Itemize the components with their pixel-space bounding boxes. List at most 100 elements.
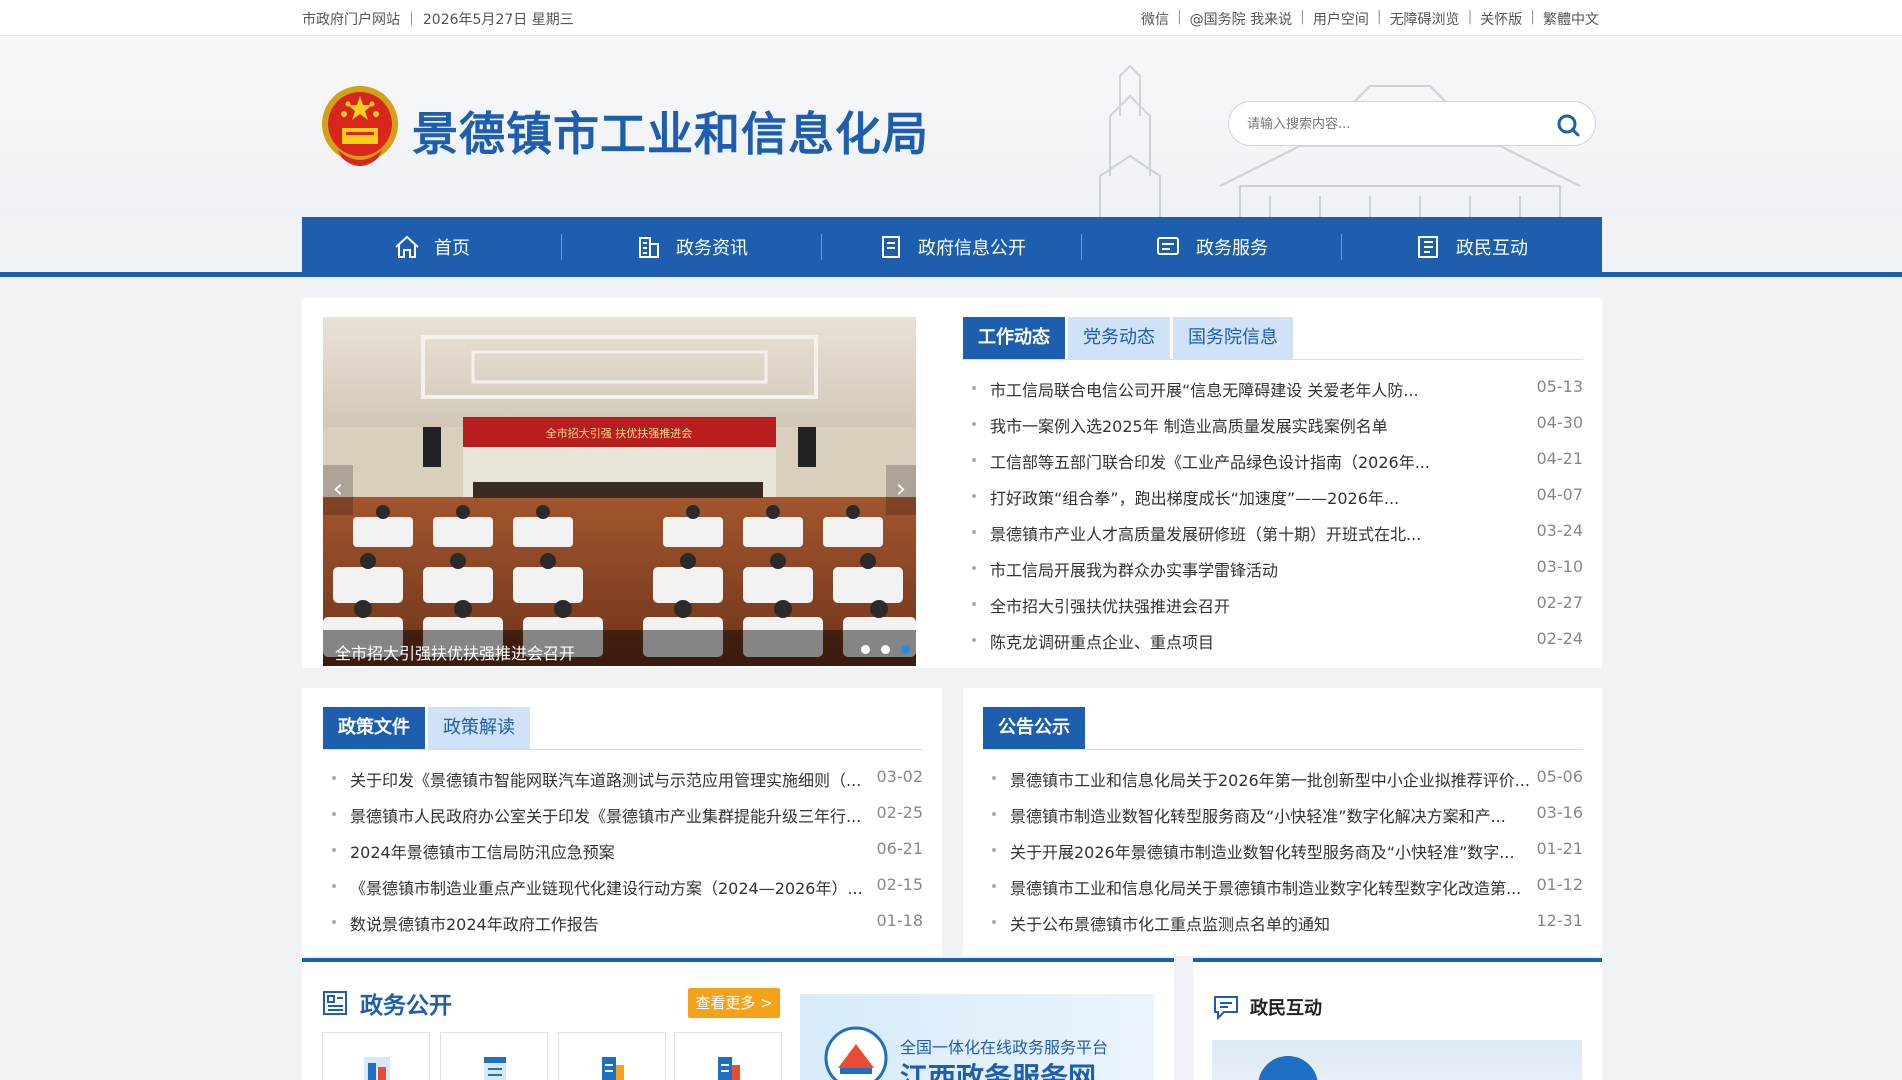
- nav-label: 政府信息公开: [918, 237, 1026, 259]
- list-item[interactable]: 景德镇市制造业数智化转型服务商及“小快轻准”数字化解决方案和产... 03-16: [992, 796, 1583, 832]
- tab-work-news[interactable]: 工作动态: [963, 317, 1065, 359]
- list-item-title: 景德镇市人民政府办公室关于印发《景德镇市产业集群提能升级三年行...: [350, 807, 862, 826]
- interaction-icon: [1418, 235, 1438, 258]
- list-item-title: 市工信局联合电信公司开展“信息无障碍建设 关爱老年人防...: [990, 381, 1419, 400]
- home-icon: [395, 235, 419, 258]
- list-item-title: 景德镇市产业人才高质量发展研修班（第十期）开班式在北...: [990, 525, 1422, 544]
- list-item[interactable]: 景德镇市工业和信息化局关于景德镇市制造业数字化转型数字化改造第... 01-12: [992, 868, 1583, 904]
- service-icon: [1157, 236, 1179, 255]
- top-link-accessibility[interactable]: 无障碍浏览: [1390, 9, 1460, 29]
- list-item[interactable]: 《景德镇市制造业重点产业链现代化建设行动方案（2024—2026年）... 02-…: [332, 868, 923, 904]
- affairs-shortcut-1[interactable]: [322, 1032, 430, 1080]
- list-item-date: 12-31: [1536, 911, 1584, 930]
- conference-photo: 全市招大引强 扶优扶强推进会: [323, 317, 916, 666]
- list-item[interactable]: 市工信局开展我为群众办实事学雷锋活动 03-10: [972, 550, 1583, 586]
- list-item[interactable]: 数说景德镇市2024年政府工作报告 01-18: [332, 904, 923, 940]
- report-icon: [602, 1057, 624, 1080]
- slider-dot-1[interactable]: [861, 645, 870, 654]
- nav-item-news[interactable]: 政务资讯: [562, 217, 822, 276]
- list-item-title: 数说景德镇市2024年政府工作报告: [350, 915, 599, 934]
- nav-item-home[interactable]: 首页: [302, 217, 562, 276]
- list-item[interactable]: 关于印发《景德镇市智能网联汽车道路测试与示范应用管理实施细则（... 03-02: [332, 760, 923, 796]
- news-list: 市工信局联合电信公司开展“信息无障碍建设 关爱老年人防... 05-13 我市一案…: [972, 370, 1583, 658]
- interaction-circle-icon: [1258, 1056, 1318, 1080]
- interaction-top-border: [1193, 958, 1602, 962]
- list-item-date: 04-07: [1536, 485, 1584, 504]
- top-link-wechat[interactable]: 微信: [1141, 9, 1169, 29]
- list-item-date: 02-15: [876, 875, 924, 894]
- portal-date-text: 市政府门户网站 ｜ 2026年5月27日 星期三: [302, 12, 574, 28]
- list-item-title: 我市一案例入选2025年 制造业高质量发展实践案例名单: [990, 417, 1388, 436]
- interaction-title: 政民互动: [1212, 994, 1322, 1020]
- slider-dot-2[interactable]: [881, 645, 890, 654]
- building-icon: [364, 1057, 390, 1080]
- nav-label: 政民互动: [1456, 237, 1528, 259]
- interaction-title-text: 政民互动: [1250, 998, 1322, 1019]
- list-item-title: 市工信局开展我为群众办实事学雷锋活动: [990, 561, 1279, 580]
- list-item-date: 03-02: [876, 767, 924, 786]
- statistics-icon: [718, 1057, 740, 1080]
- list-item[interactable]: 我市一案例入选2025年 制造业高质量发展实践案例名单 04-30: [972, 406, 1583, 442]
- tab-policy-documents[interactable]: 政策文件: [323, 707, 425, 749]
- government-affairs-top-border: [302, 958, 1174, 962]
- list-item-date: 01-18: [876, 911, 924, 930]
- banner-line-1: 全国一体化在线政务服务平台: [900, 1038, 1109, 1057]
- image-slider: 全市招大引强 扶优扶强推进会 ‹ › 全市招大引强扶优扶强推进会召开: [323, 317, 916, 666]
- policy-list: 关于印发《景德镇市智能网联汽车道路测试与示范应用管理实施细则（... 03-02 …: [332, 760, 923, 940]
- list-item-date: 02-27: [1536, 593, 1584, 612]
- list-item[interactable]: 全市招大引强扶优扶强推进会召开 02-27: [972, 586, 1583, 622]
- slider-next-button[interactable]: ›: [886, 465, 916, 515]
- top-link-traditional-chinese[interactable]: 繁體中文: [1543, 9, 1599, 29]
- list-item[interactable]: 市工信局联合电信公司开展“信息无障碍建设 关爱老年人防... 05-13: [972, 370, 1583, 406]
- nav-label: 首页: [434, 237, 470, 259]
- tab-state-council-info[interactable]: 国务院信息: [1173, 317, 1293, 359]
- top-link-care-mode[interactable]: 关怀版: [1480, 9, 1522, 29]
- tab-policy-interpretation[interactable]: 政策解读: [428, 707, 530, 749]
- list-document-icon: [323, 991, 347, 1015]
- top-link-state-council[interactable]: @国务院 我来说: [1190, 9, 1292, 29]
- site-header: 景德镇市工业和信息化局: [0, 36, 1902, 218]
- government-affairs-title-text: 政务公开: [360, 993, 452, 1019]
- search-input[interactable]: [1247, 113, 1537, 135]
- nav-item-info-disclosure[interactable]: 政府信息公开: [822, 217, 1082, 276]
- tab-announcements[interactable]: 公告公示: [983, 707, 1085, 749]
- list-item[interactable]: 关于公布景德镇市化工重点监测点名单的通知 12-31: [992, 904, 1583, 940]
- nav-item-interaction[interactable]: 政民互动: [1342, 217, 1602, 276]
- nav-label: 政务服务: [1196, 237, 1268, 259]
- jiangxi-gov-service-banner[interactable]: 全国一体化在线政务服务平台 江西政务服务网: [800, 994, 1154, 1080]
- slider-dot-3[interactable]: [901, 645, 910, 654]
- list-item-title: 陈克龙调研重点企业、重点项目: [990, 633, 1215, 652]
- slider-caption[interactable]: 全市招大引强扶优扶强推进会召开: [323, 630, 916, 666]
- list-item[interactable]: 景德镇市产业人才高质量发展研修班（第十期）开班式在北... 03-24: [972, 514, 1583, 550]
- list-item-date: 02-25: [876, 803, 924, 822]
- interaction-image[interactable]: [1212, 1040, 1582, 1080]
- nav-item-services[interactable]: 政务服务: [1082, 217, 1342, 276]
- list-item[interactable]: 景德镇市人民政府办公室关于印发《景德镇市产业集群提能升级三年行... 02-25: [332, 796, 923, 832]
- list-item[interactable]: 关于开展2026年景德镇市制造业数智化转型服务商及“小快轻准”数字... 01-2…: [992, 832, 1583, 868]
- list-item-date: 03-10: [1536, 557, 1584, 576]
- top-link-user-space[interactable]: 用户空间: [1313, 9, 1369, 29]
- affairs-shortcut-4[interactable]: [674, 1032, 782, 1080]
- affairs-shortcut-3[interactable]: [558, 1032, 666, 1080]
- list-item-date: 04-21: [1536, 449, 1584, 468]
- notice-tabs: 公告公示: [983, 707, 1583, 750]
- policy-tabs: 政策文件 政策解读: [323, 707, 923, 750]
- banner-line-2: 江西政务服务网: [900, 1061, 1097, 1080]
- list-item[interactable]: 2024年景德镇市工信局防汛应急预案 06-21: [332, 832, 923, 868]
- list-item[interactable]: 景德镇市工业和信息化局关于2026年第一批创新型中小企业拟推荐评价... 05-0…: [992, 760, 1583, 796]
- list-item-title: 关于印发《景德镇市智能网联汽车道路测试与示范应用管理实施细则（...: [350, 771, 862, 790]
- view-more-button[interactable]: 查看更多 >: [688, 988, 780, 1018]
- list-item[interactable]: 打好政策“组合拳”，跑出梯度成长“加速度”——2026年... 04-07: [972, 478, 1583, 514]
- affairs-shortcut-2[interactable]: [440, 1032, 548, 1080]
- slider-prev-button[interactable]: ‹: [323, 465, 353, 515]
- tab-party-news[interactable]: 党务动态: [1068, 317, 1170, 359]
- notice-list: 景德镇市工业和信息化局关于2026年第一批创新型中小企业拟推荐评价... 05-0…: [992, 760, 1583, 940]
- list-item-date: 01-21: [1536, 839, 1584, 858]
- building-icon: [639, 236, 659, 258]
- list-item[interactable]: 工信部等五部门联合印发《工业产品绿色设计指南（2026年... 04-21: [972, 442, 1583, 478]
- list-item-title: 景德镇市工业和信息化局关于2026年第一批创新型中小企业拟推荐评价...: [1010, 771, 1530, 790]
- list-item[interactable]: 陈克龙调研重点企业、重点项目 02-24: [972, 622, 1583, 658]
- site-title: 景德镇市工业和信息化局: [412, 107, 929, 161]
- search-icon[interactable]: [1555, 112, 1581, 138]
- search-box: [1228, 101, 1596, 146]
